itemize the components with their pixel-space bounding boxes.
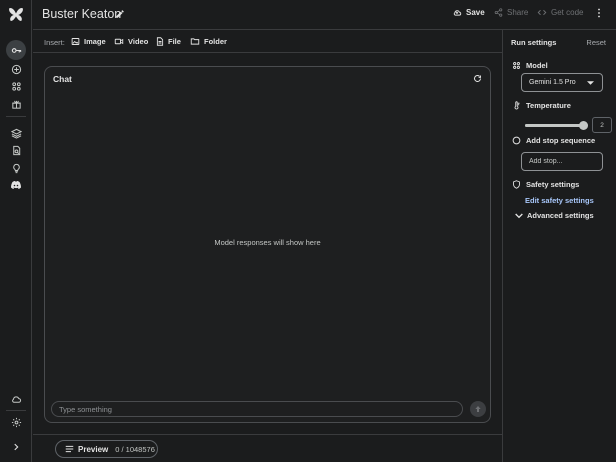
safety-label: Safety settings <box>526 180 580 189</box>
library-icon[interactable] <box>6 94 26 114</box>
insert-video-button[interactable]: Video <box>114 37 148 46</box>
insert-image-button[interactable]: Image <box>71 37 106 46</box>
insert-label: Insert: <box>44 38 65 47</box>
circle-icon <box>512 136 521 145</box>
empty-state-text: Model responses will show here <box>214 238 321 247</box>
advanced-settings-toggle[interactable]: Advanced settings <box>515 211 594 220</box>
thermometer-icon <box>512 101 521 110</box>
code-icon <box>537 8 547 17</box>
temperature-slider-fill <box>525 124 585 127</box>
left-nav-rail <box>0 0 32 462</box>
preview-button[interactable]: Preview 0 / 1048576 <box>55 440 158 458</box>
image-icon <box>71 37 80 46</box>
send-button[interactable] <box>470 401 486 417</box>
get-code-label: Get code <box>551 8 584 17</box>
chat-panel: Chat Model responses will show here <box>44 66 491 423</box>
get-code-button[interactable]: Get code <box>537 8 583 17</box>
chevron-down-icon <box>515 213 523 219</box>
folder-icon <box>190 37 200 46</box>
edit-pencil-icon[interactable] <box>115 9 125 19</box>
edit-safety-settings-link[interactable]: Edit safety settings <box>525 196 594 205</box>
insert-file-button[interactable]: File <box>156 37 181 46</box>
run-settings-panel: Run settings Reset Model Gemini 1.5 Pro … <box>502 30 616 462</box>
file-icon <box>156 37 164 46</box>
model-select[interactable]: Gemini 1.5 Pro <box>521 73 603 92</box>
rail-divider <box>6 410 26 411</box>
refresh-icon[interactable] <box>473 74 482 83</box>
send-arrow-icon <box>475 406 481 412</box>
preview-list-icon <box>65 445 74 453</box>
insert-folder-label: Folder <box>204 37 227 46</box>
cloud-save-icon <box>452 8 462 17</box>
share-button[interactable]: Share <box>494 8 528 17</box>
share-label: Share <box>507 8 529 17</box>
insert-image-label: Image <box>84 37 106 46</box>
top-bar: Buster Keaton Save Share Get code <box>33 0 616 30</box>
advanced-settings-label: Advanced settings <box>527 211 594 220</box>
app-logo-icon[interactable] <box>7 6 25 24</box>
save-label: Save <box>466 8 485 17</box>
temperature-heading: Temperature <box>512 101 571 110</box>
preview-label: Preview <box>78 444 109 454</box>
settings-gear-icon[interactable] <box>6 412 26 432</box>
bottom-bar: Preview 0 / 1048576 <box>33 434 502 462</box>
run-settings-title: Run settings <box>511 38 557 47</box>
insert-folder-button[interactable]: Folder <box>190 37 227 46</box>
model-select-value: Gemini 1.5 Pro <box>529 79 576 86</box>
model-heading: Model <box>512 61 548 70</box>
gallery-icon[interactable] <box>6 76 26 96</box>
reset-button[interactable]: Reset <box>586 38 606 47</box>
stop-sequence-label: Add stop sequence <box>526 136 596 145</box>
stop-sequence-input[interactable] <box>521 152 603 171</box>
more-options-icon[interactable] <box>595 8 603 18</box>
documentation-icon[interactable] <box>6 140 26 160</box>
rail-divider <box>6 116 26 117</box>
token-count: 0 / 1048576 <box>115 444 155 454</box>
video-icon <box>114 37 124 46</box>
model-grid-icon <box>512 61 521 70</box>
prompt-title[interactable]: Buster Keaton <box>42 7 121 21</box>
temperature-slider-track[interactable] <box>525 124 585 127</box>
key-icon[interactable] <box>6 40 26 60</box>
share-icon <box>494 8 503 17</box>
insert-file-label: File <box>168 37 181 46</box>
temperature-slider-thumb[interactable] <box>579 121 588 130</box>
dropdown-caret-icon <box>587 80 594 85</box>
temperature-label: Temperature <box>526 101 571 110</box>
temperature-value-input[interactable]: 2 <box>592 117 612 133</box>
cloud-icon[interactable] <box>6 389 26 409</box>
discord-icon[interactable] <box>6 175 26 195</box>
chat-message-input[interactable] <box>51 401 463 417</box>
insert-bar: Insert: Image Video File Folder <box>33 31 502 53</box>
save-button[interactable]: Save <box>452 8 485 17</box>
expand-chevron-icon[interactable] <box>6 437 26 457</box>
chat-title: Chat <box>53 74 72 84</box>
safety-heading: Safety settings <box>512 180 579 189</box>
model-label: Model <box>526 61 548 70</box>
stop-sequence-heading: Add stop sequence <box>512 136 595 145</box>
shield-icon <box>512 180 521 189</box>
insert-video-label: Video <box>128 37 149 46</box>
